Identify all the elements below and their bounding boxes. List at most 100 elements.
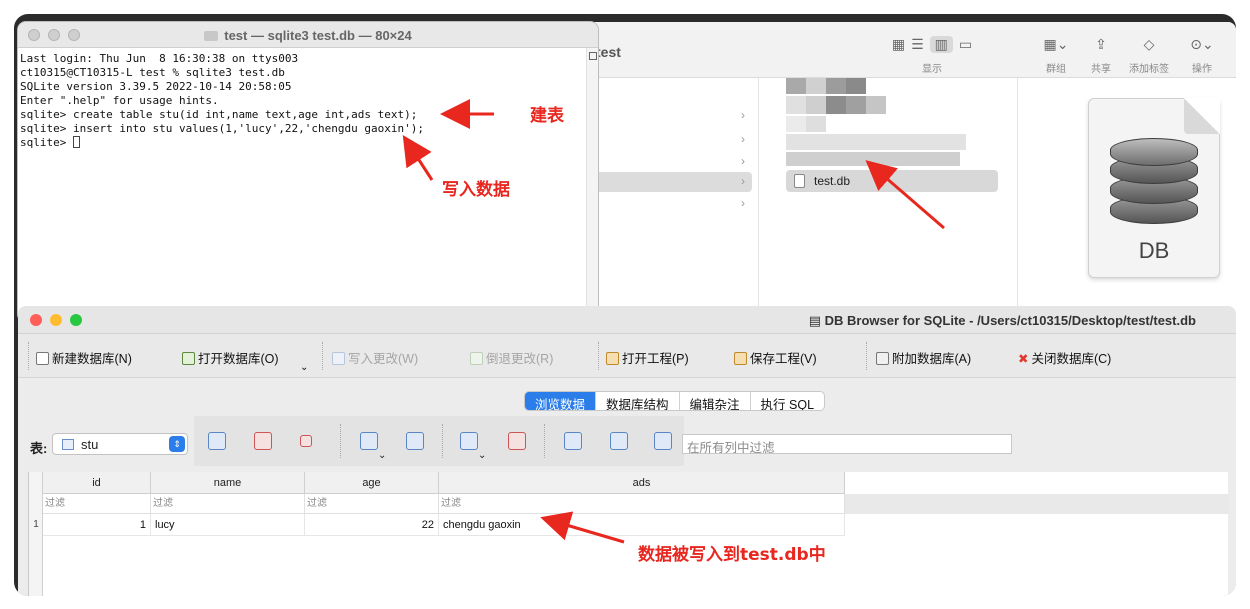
attach-database-icon xyxy=(876,352,889,365)
finder-folder-row[interactable]: › xyxy=(584,194,759,214)
share-icon: ⇪ xyxy=(1095,35,1107,52)
chevron-right-icon: › xyxy=(741,132,745,146)
save-project-button[interactable]: 保存工程(V) xyxy=(734,348,817,367)
close-button[interactable] xyxy=(30,314,42,326)
open-project-icon xyxy=(606,352,619,365)
cell-id[interactable]: 1 xyxy=(43,514,151,536)
database-icon: ▤ xyxy=(808,313,825,328)
tab-database-structure[interactable]: 数据库结构 xyxy=(596,392,680,410)
blurred-item xyxy=(806,116,826,132)
attach-database-button[interactable]: 附加数据库(A) xyxy=(876,348,971,367)
finder-folder-row[interactable]: › xyxy=(584,152,759,172)
open-database-button[interactable]: 打开数据库(O) xyxy=(182,348,279,367)
list-view-icon[interactable]: ☰ xyxy=(911,36,924,53)
insert-record-icon[interactable] xyxy=(460,432,478,450)
terminal-window[interactable]: test — sqlite3 test.db — 80×24 Last logi… xyxy=(18,22,598,322)
delete-record-icon[interactable] xyxy=(508,432,526,450)
blurred-item xyxy=(786,78,806,94)
row-number[interactable]: 1 xyxy=(29,514,43,536)
display-label: 显示 xyxy=(922,64,942,75)
finder-window: test ▦ ☰ ▥ ▭ 显示 ▦⌄ 群组 ⇪ 共享 ◇ 添加标签 ⊙⌄ 操作 … xyxy=(584,22,1236,322)
database-file-icon: DB xyxy=(1088,98,1220,278)
share-button[interactable]: ⇪ 共享 xyxy=(1084,34,1118,76)
minimize-button[interactable] xyxy=(50,314,62,326)
action-button[interactable]: ⊙⌄ 操作 xyxy=(1184,34,1220,76)
finder-column-1: › › › › › xyxy=(584,78,759,322)
save-results-icon[interactable] xyxy=(360,432,378,450)
filter-input-id[interactable]: 过滤 xyxy=(43,494,151,514)
more-icon: ⊙⌄ xyxy=(1190,35,1214,52)
chevron-down-icon[interactable]: ⌄ xyxy=(378,450,386,461)
write-changes-button[interactable]: 写入更改(W) xyxy=(332,348,418,367)
filter-input-age[interactable]: 过滤 xyxy=(305,494,439,514)
column-header-ads[interactable]: ads xyxy=(439,472,845,494)
grid-filler xyxy=(845,494,1229,514)
file-row-test-db[interactable]: test.db xyxy=(786,170,998,192)
table-actions-toolbar: ⌄ ⌄ xyxy=(194,416,684,466)
find-replace-icon[interactable] xyxy=(610,432,628,450)
table-grid-icon xyxy=(62,439,74,450)
cell-ads[interactable]: chengdu gaoxin xyxy=(439,514,845,536)
clear-filters-icon[interactable] xyxy=(254,432,272,450)
main-tabs: 浏览数据 数据库结构 编辑杂注 执行 SQL xyxy=(524,391,826,411)
filter-all-columns-input[interactable]: 在所有列中过滤 xyxy=(682,434,1012,455)
save-project-icon xyxy=(734,352,747,365)
chevron-right-icon: › xyxy=(741,108,745,122)
blurred-item xyxy=(786,116,806,132)
find-icon[interactable] xyxy=(564,432,582,450)
file-icon xyxy=(794,174,805,188)
db-browser-title: DB Browser for SQLite - /Users/ct10315/D… xyxy=(824,313,1196,328)
cell-name[interactable]: lucy xyxy=(151,514,305,536)
icon-view-icon[interactable]: ▦ xyxy=(892,36,905,53)
finder-folder-row[interactable]: › xyxy=(584,130,759,150)
clear-sort-icon[interactable] xyxy=(300,435,312,447)
open-database-dropdown[interactable]: ⌄ xyxy=(300,362,308,373)
terminal-prompt: sqlite> xyxy=(20,136,73,149)
finder-column-2: test.db xyxy=(760,78,1018,322)
print-icon[interactable] xyxy=(406,432,424,450)
open-project-button[interactable]: 打开工程(P) xyxy=(606,348,689,367)
open-database-icon xyxy=(182,352,195,365)
terminal-line: ct10315@CT10315-L test % sqlite3 test.db xyxy=(20,66,285,79)
chevron-right-icon: › xyxy=(741,154,745,168)
new-database-button[interactable]: 新建数据库(N) xyxy=(36,348,132,367)
blurred-item xyxy=(846,96,866,114)
select-arrows-icon: ⇕ xyxy=(169,436,185,452)
column-header-age[interactable]: age xyxy=(305,472,439,494)
chevron-down-icon[interactable]: ⌄ xyxy=(478,450,486,461)
gallery-view-icon[interactable]: ▭ xyxy=(959,36,972,53)
blurred-item xyxy=(826,78,846,94)
terminal-line: sqlite> create table stu(id int,name tex… xyxy=(20,108,418,121)
close-database-button[interactable]: ✖ 关闭数据库(C) xyxy=(1018,348,1111,367)
group-button[interactable]: ▦⌄ 群组 xyxy=(1036,34,1076,76)
column-header-id[interactable]: id xyxy=(43,472,151,494)
finder-folder-row-selected[interactable]: › xyxy=(584,172,752,192)
scroll-thumb[interactable] xyxy=(589,52,597,60)
tab-execute-sql[interactable]: 执行 SQL xyxy=(751,392,824,410)
refresh-icon[interactable] xyxy=(208,432,226,450)
chevron-right-icon: › xyxy=(741,174,745,188)
revert-changes-button[interactable]: 倒退更改(R) xyxy=(470,348,553,367)
blurred-item xyxy=(866,96,886,114)
blurred-item xyxy=(846,78,866,94)
set-encoding-icon[interactable] xyxy=(654,432,672,450)
terminal-output[interactable]: Last login: Thu Jun 8 16:30:38 on ttys00… xyxy=(20,52,424,150)
terminal-line: SQLite version 3.39.5 2022-10-14 20:58:0… xyxy=(20,80,292,93)
terminal-scrollbar[interactable] xyxy=(586,48,598,322)
write-changes-icon xyxy=(332,352,345,365)
filter-input-ads[interactable]: 过滤 xyxy=(439,494,845,514)
zoom-button[interactable] xyxy=(70,314,82,326)
tab-edit-pragmas[interactable]: 编辑杂注 xyxy=(680,392,751,410)
finder-folder-row[interactable]: › xyxy=(584,106,759,126)
table-select[interactable]: stu ⇕ xyxy=(52,433,188,455)
chevron-right-icon: › xyxy=(741,196,745,210)
tab-browse-data[interactable]: 浏览数据 xyxy=(525,392,597,410)
add-tag-button[interactable]: ◇ 添加标签 xyxy=(1124,34,1174,76)
column-header-name[interactable]: name xyxy=(151,472,305,494)
terminal-line: Last login: Thu Jun 8 16:30:38 on ttys00… xyxy=(20,52,299,65)
blurred-item xyxy=(786,152,960,166)
column-view-icon[interactable]: ▥ xyxy=(929,35,953,53)
cell-age[interactable]: 22 xyxy=(305,514,439,536)
terminal-line: Enter ".help" for usage hints. xyxy=(20,94,219,107)
filter-input-name[interactable]: 过滤 xyxy=(151,494,305,514)
